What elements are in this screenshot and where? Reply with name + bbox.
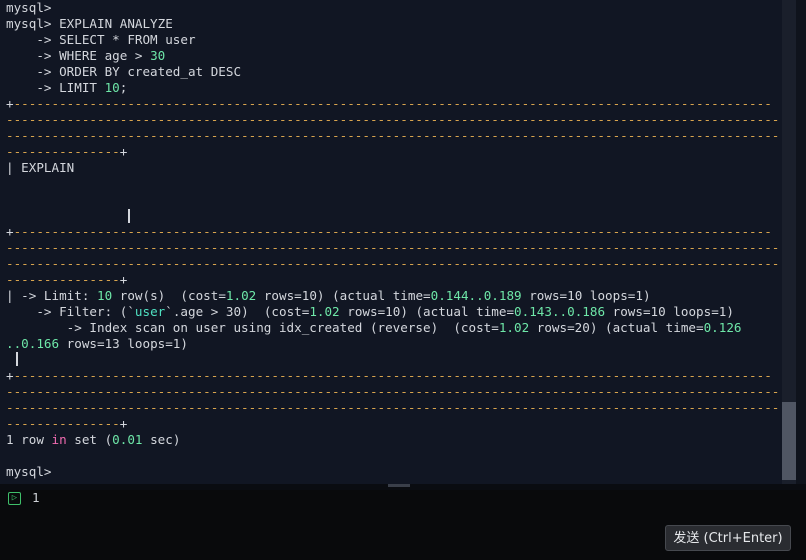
terminal-lines: mysql> mysql> EXPLAIN ANALYZE -> SELECT … bbox=[6, 0, 779, 480]
table-border: ---------------+ bbox=[6, 272, 128, 287]
query-number: 30 bbox=[150, 48, 166, 63]
plan-filter-row: -> Filter: (`user`.age > 30) (cost=1.02 … bbox=[6, 304, 734, 319]
scrollbar-thumb[interactable] bbox=[782, 402, 796, 480]
terminal-output[interactable]: mysql> mysql> EXPLAIN ANALYZE -> SELECT … bbox=[0, 0, 782, 486]
query-line: -> LIMIT 10; bbox=[6, 80, 128, 95]
explain-header: | EXPLAIN bbox=[6, 160, 75, 175]
input-line-number: 1 bbox=[32, 490, 40, 505]
prompt-icon: ▷ bbox=[8, 492, 21, 505]
result-summary: 1 row in set (0.01 sec) bbox=[6, 432, 181, 447]
final-prompt: mysql> bbox=[6, 464, 52, 479]
plan-limit-row: | -> Limit: 10 row(s) (cost=1.02 rows=10… bbox=[6, 288, 651, 303]
send-button[interactable]: 发送 (Ctrl+Enter) bbox=[665, 525, 791, 551]
table-border: ----------------------------------------… bbox=[6, 384, 780, 399]
table-border: ----------------------------------------… bbox=[6, 256, 780, 271]
table-border: ----------------------------------------… bbox=[6, 240, 780, 255]
query-line: -> ORDER BY created_at DESC bbox=[6, 64, 242, 79]
splitter-grip[interactable] bbox=[388, 484, 410, 487]
table-border: +---------------------------------------… bbox=[6, 224, 772, 239]
prompt-line: mysql> bbox=[6, 0, 52, 15]
plan-index-row: -> Index scan on user using idx_created … bbox=[6, 320, 742, 335]
table-border: ----------------------------------------… bbox=[6, 128, 780, 143]
table-border: ----------------------------------------… bbox=[6, 400, 780, 415]
query-line: mysql> EXPLAIN ANALYZE bbox=[6, 16, 173, 31]
cell-border-bar bbox=[16, 352, 18, 366]
table-border: ---------------+ bbox=[6, 144, 128, 159]
table-border: +---------------------------------------… bbox=[6, 368, 772, 383]
table-border: ---------------+ bbox=[6, 416, 128, 431]
table-border: +---------------------------------------… bbox=[6, 96, 772, 111]
cell-border-bar bbox=[128, 209, 130, 223]
query-number: 10 bbox=[104, 80, 120, 95]
query-line: -> WHERE age > 30 bbox=[6, 48, 166, 63]
plan-index-row-cont: ..0.166 rows=13 loops=1) bbox=[6, 336, 188, 351]
table-border: ----------------------------------------… bbox=[6, 112, 780, 127]
query-line: -> SELECT * FROM user bbox=[6, 32, 196, 47]
